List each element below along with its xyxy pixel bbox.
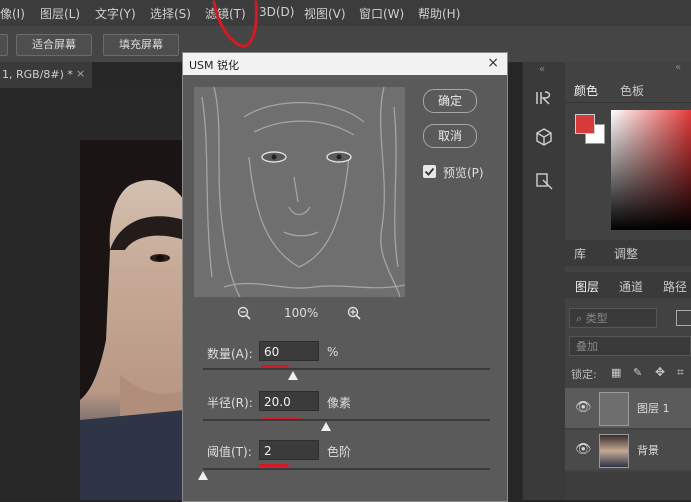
collapse-icon[interactable]: « [539, 64, 545, 75]
annotation-stroke [212, 0, 258, 48]
menu-item-type[interactable]: 文字(Y) [95, 5, 136, 22]
menu-item-layer[interactable]: 图层(L) [40, 5, 80, 22]
layer-thumbnail [599, 434, 629, 468]
zoom-out-icon[interactable] [237, 306, 251, 323]
amount-unit: % [327, 345, 339, 359]
menu-item-help[interactable]: 帮助(H) [418, 5, 460, 22]
lock-transparency-icon[interactable]: ▦ [611, 366, 621, 379]
radius-unit: 像素 [327, 396, 352, 410]
amount-slider-track[interactable] [203, 368, 490, 370]
panel-icon-strip: « [522, 62, 565, 500]
zoom-in-icon[interactable] [347, 306, 361, 323]
amount-slider-thumb[interactable] [288, 371, 298, 380]
layer-kind-filter[interactable]: ⌕ 类型 [569, 308, 657, 328]
preview-image [194, 87, 405, 297]
lock-label: 锁定: [571, 368, 597, 381]
cancel-button[interactable]: 取消 [423, 124, 477, 148]
dialog-close-icon[interactable]: × [487, 55, 499, 71]
threshold-slider-thumb[interactable] [198, 471, 208, 480]
document-tab[interactable]: 1, RGB/8#) * × [0, 62, 92, 88]
amount-label: 数量(A): [207, 347, 253, 361]
fill-screen-button[interactable]: 填充屏幕 [103, 34, 179, 56]
menu-item-select[interactable]: 选择(S) [150, 5, 191, 22]
properties-icon[interactable] [531, 168, 557, 194]
divider [565, 102, 691, 103]
menu-bar: 像(I) 图层(L) 文字(Y) 选择(S) 滤镜(T) 3D(D) 视图(V)… [0, 0, 691, 26]
threshold-input[interactable]: 2 [259, 440, 319, 460]
preview-checkbox[interactable] [423, 165, 436, 178]
blend-mode-select[interactable]: 叠加 [569, 336, 691, 356]
lock-pixels-icon[interactable]: ✎ [633, 366, 642, 379]
history-icon[interactable] [531, 84, 557, 110]
tab-paths[interactable]: 路径 [663, 278, 687, 295]
layers-footer [565, 472, 691, 500]
layer-row[interactable]: 👁 图层 1 [565, 388, 691, 428]
annotation-underline-threshold [259, 464, 289, 467]
threshold-unit: 色阶 [327, 445, 352, 459]
radius-slider-thumb[interactable] [321, 422, 331, 431]
usm-sharpen-dialog: USM 锐化 × 确定 取消 预览(P) 100% 数量(A): 60 % 半径… [182, 52, 508, 502]
eye-icon[interactable]: 👁 [575, 442, 592, 457]
tab-swatches[interactable]: 色板 [620, 82, 644, 99]
menu-item-window[interactable]: 窗口(W) [359, 5, 404, 22]
amount-input[interactable]: 60 [259, 341, 319, 361]
dialog-title-bar[interactable]: USM 锐化 × [183, 53, 507, 75]
color-picker-field[interactable] [611, 110, 691, 230]
layer-thumbnail [599, 392, 629, 426]
ok-button[interactable]: 确定 [423, 89, 477, 113]
filter-preview[interactable] [194, 87, 405, 297]
tab-adjustments[interactable]: 调整 [614, 245, 638, 262]
eye-icon[interactable]: 👁 [575, 400, 592, 415]
radius-slider-track[interactable] [203, 419, 490, 421]
dialog-title: USM 锐化 [189, 59, 240, 72]
menu-item-view[interactable]: 视图(V) [304, 5, 346, 22]
tab-layers[interactable]: 图层 [575, 278, 599, 295]
close-icon[interactable]: × [76, 67, 85, 80]
zoom-level: 100% [284, 306, 319, 320]
panel-collapse-icon[interactable]: « [675, 62, 681, 73]
options-button-partial[interactable] [0, 34, 8, 56]
search-icon: ⌕ [576, 312, 586, 325]
3d-cube-icon[interactable] [531, 124, 557, 150]
fit-screen-button[interactable]: 适合屏幕 [16, 34, 92, 56]
lock-position-icon[interactable]: ✥ [655, 365, 665, 379]
lock-artboard-icon[interactable]: ⌗ [677, 365, 684, 380]
radius-label: 半径(R): [207, 396, 253, 410]
tab-libraries[interactable]: 库 [574, 245, 586, 262]
layer-row[interactable]: 👁 背景 [565, 430, 691, 470]
layer-kind-filter-value: 类型 [585, 312, 608, 325]
layer-name[interactable]: 图层 1 [637, 400, 670, 416]
menu-item-image[interactable]: 像(I) [0, 5, 25, 22]
layer-name[interactable]: 背景 [637, 442, 659, 458]
preview-label: 预览(P) [443, 166, 484, 180]
document-image [80, 140, 184, 500]
document-tab-title: 1, RGB/8#) * [2, 68, 73, 81]
radius-input[interactable]: 20.0 [259, 391, 319, 411]
threshold-label: 阈值(T): [207, 445, 252, 459]
tab-channels[interactable]: 通道 [619, 278, 643, 295]
image-filter-icon[interactable] [676, 310, 691, 326]
portrait-image [80, 140, 184, 500]
threshold-slider-track[interactable] [203, 468, 490, 470]
checkmark-icon [424, 167, 435, 176]
tab-color[interactable]: 颜色 [574, 82, 598, 99]
foreground-color-swatch[interactable] [575, 114, 595, 134]
